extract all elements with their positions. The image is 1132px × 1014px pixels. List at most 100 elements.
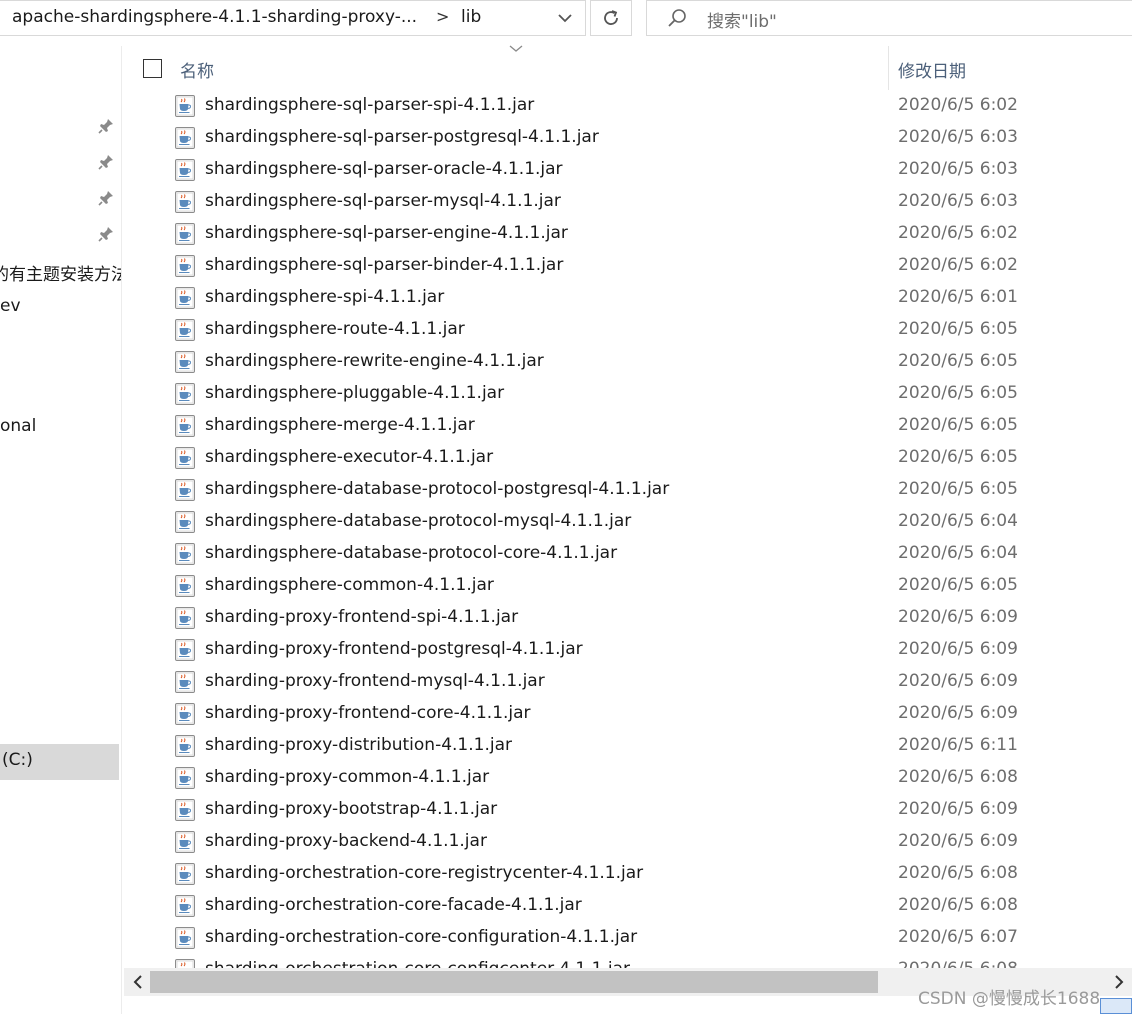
file-date: 2020/6/5 6:09 <box>898 831 1018 851</box>
column-header-date[interactable]: 修改日期 <box>898 57 966 82</box>
pin-icon[interactable] <box>98 190 114 206</box>
file-name[interactable]: sharding-proxy-frontend-spi-4.1.1.jar <box>205 607 518 627</box>
file-row[interactable]: sharding-proxy-frontend-mysql-4.1.1.jar 2… <box>130 666 1132 698</box>
file-row[interactable]: shardingsphere-common-4.1.1.jar 2020/6/5 … <box>130 570 1132 602</box>
file-row[interactable]: shardingsphere-merge-4.1.1.jar 2020/6/5 6… <box>130 410 1132 442</box>
file-name[interactable]: sharding-proxy-frontend-core-4.1.1.jar <box>205 703 531 723</box>
file-row[interactable]: sharding-orchestration-core-configcenter… <box>130 954 1132 968</box>
navigation-pane: 的有主题安装方法 ev onal (C:) <box>0 46 122 1014</box>
file-date: 2020/6/5 6:09 <box>898 607 1018 627</box>
java-jar-icon <box>175 543 195 565</box>
breadcrumb-separator-icon[interactable]: > <box>436 7 449 26</box>
file-date: 2020/6/5 6:05 <box>898 479 1018 499</box>
column-header-name[interactable]: 名称 <box>180 57 214 82</box>
java-jar-icon <box>175 863 195 885</box>
file-row[interactable]: shardingsphere-sql-parser-spi-4.1.1.jar 2… <box>130 90 1132 122</box>
file-row[interactable]: shardingsphere-database-protocol-postgre… <box>130 474 1132 506</box>
file-row[interactable]: shardingsphere-sql-parser-mysql-4.1.1.ja… <box>130 186 1132 218</box>
java-jar-icon <box>175 319 195 341</box>
file-row[interactable]: sharding-proxy-bootstrap-4.1.1.jar 2020/6… <box>130 794 1132 826</box>
java-jar-icon <box>175 703 195 725</box>
file-name[interactable]: shardingsphere-spi-4.1.1.jar <box>205 287 444 307</box>
breadcrumb-parent[interactable]: apache-shardingsphere-4.1.1-sharding-pro… <box>12 7 417 27</box>
file-name[interactable]: shardingsphere-database-protocol-mysql-4… <box>205 511 631 531</box>
pin-icon[interactable] <box>98 226 114 242</box>
file-name[interactable]: sharding-proxy-frontend-postgresql-4.1.1… <box>205 639 583 659</box>
nav-item[interactable]: 的有主题安装方法 <box>0 260 121 285</box>
file-date: 2020/6/5 6:03 <box>898 127 1018 147</box>
select-all-checkbox[interactable] <box>143 59 162 78</box>
file-name[interactable]: shardingsphere-sql-parser-engine-4.1.1.j… <box>205 223 568 243</box>
file-row[interactable]: sharding-proxy-backend-4.1.1.jar 2020/6/5… <box>130 826 1132 858</box>
file-name[interactable]: shardingsphere-rewrite-engine-4.1.1.jar <box>205 351 544 371</box>
file-name[interactable]: shardingsphere-executor-4.1.1.jar <box>205 447 493 467</box>
file-name[interactable]: shardingsphere-sql-parser-mysql-4.1.1.ja… <box>205 191 561 211</box>
java-jar-icon <box>175 607 195 629</box>
file-name[interactable]: shardingsphere-database-protocol-core-4.… <box>205 543 617 563</box>
file-row[interactable]: shardingsphere-database-protocol-core-4.… <box>130 538 1132 570</box>
file-row[interactable]: sharding-proxy-distribution-4.1.1.jar 202… <box>130 730 1132 762</box>
java-jar-icon <box>175 127 195 149</box>
scroll-left-icon[interactable] <box>128 971 148 993</box>
file-row[interactable]: shardingsphere-sql-parser-engine-4.1.1.j… <box>130 218 1132 250</box>
file-row[interactable]: sharding-proxy-frontend-core-4.1.1.jar 20… <box>130 698 1132 730</box>
file-row[interactable]: shardingsphere-sql-parser-postgresql-4.1… <box>130 122 1132 154</box>
file-row[interactable]: shardingsphere-pluggable-4.1.1.jar 2020/6… <box>130 378 1132 410</box>
file-row[interactable]: shardingsphere-route-4.1.1.jar 2020/6/5 6… <box>130 314 1132 346</box>
file-name[interactable]: shardingsphere-database-protocol-postgre… <box>205 479 669 499</box>
file-name[interactable]: shardingsphere-sql-parser-postgresql-4.1… <box>205 127 599 147</box>
address-bar[interactable]: apache-shardingsphere-4.1.1-sharding-pro… <box>0 0 586 36</box>
java-jar-icon <box>175 927 195 949</box>
nav-item[interactable]: onal <box>0 416 36 436</box>
file-name[interactable]: sharding-proxy-common-4.1.1.jar <box>205 767 489 787</box>
details-view-button[interactable] <box>1100 998 1132 1014</box>
java-jar-icon <box>175 351 195 373</box>
file-name[interactable]: shardingsphere-sql-parser-spi-4.1.1.jar <box>205 95 534 115</box>
file-name[interactable]: sharding-proxy-bootstrap-4.1.1.jar <box>205 799 497 819</box>
file-name[interactable]: sharding-proxy-distribution-4.1.1.jar <box>205 735 512 755</box>
refresh-button[interactable] <box>590 0 632 36</box>
nav-item[interactable]: ev <box>0 296 21 316</box>
file-name[interactable]: sharding-proxy-frontend-mysql-4.1.1.jar <box>205 671 545 691</box>
file-row[interactable]: shardingsphere-executor-4.1.1.jar 2020/6/… <box>130 442 1132 474</box>
file-name[interactable]: sharding-orchestration-core-facade-4.1.1… <box>205 895 582 915</box>
file-name[interactable]: sharding-orchestration-core-registrycent… <box>205 863 643 883</box>
file-name[interactable]: sharding-proxy-backend-4.1.1.jar <box>205 831 487 851</box>
file-name[interactable]: shardingsphere-sql-parser-oracle-4.1.1.j… <box>205 159 563 179</box>
search-placeholder[interactable]: 搜索"lib" <box>707 7 777 32</box>
file-name[interactable]: sharding-orchestration-core-configuratio… <box>205 927 637 947</box>
file-row[interactable]: sharding-orchestration-core-registrycent… <box>130 858 1132 890</box>
file-name[interactable]: shardingsphere-merge-4.1.1.jar <box>205 415 475 435</box>
file-row[interactable]: shardingsphere-sql-parser-oracle-4.1.1.j… <box>130 154 1132 186</box>
file-row[interactable]: sharding-orchestration-core-configuratio… <box>130 922 1132 954</box>
java-jar-icon <box>175 287 195 309</box>
file-name[interactable]: shardingsphere-common-4.1.1.jar <box>205 575 494 595</box>
file-row[interactable]: sharding-proxy-frontend-spi-4.1.1.jar 202… <box>130 602 1132 634</box>
file-row[interactable]: sharding-proxy-frontend-postgresql-4.1.1… <box>130 634 1132 666</box>
address-toolbar: apache-shardingsphere-4.1.1-sharding-pro… <box>0 0 1132 40</box>
file-row[interactable]: shardingsphere-sql-parser-binder-4.1.1.j… <box>130 250 1132 282</box>
file-name[interactable]: shardingsphere-sql-parser-binder-4.1.1.j… <box>205 255 563 275</box>
pin-icon[interactable] <box>98 118 114 134</box>
breadcrumb-current[interactable]: lib <box>461 7 481 27</box>
search-box[interactable]: 搜索"lib" <box>646 0 1132 36</box>
pin-icon[interactable] <box>98 154 114 170</box>
file-name[interactable]: shardingsphere-pluggable-4.1.1.jar <box>205 383 504 403</box>
chevron-down-icon[interactable] <box>552 5 578 31</box>
file-name[interactable]: sharding-orchestration-core-configcenter… <box>205 959 630 968</box>
file-row[interactable]: sharding-orchestration-core-facade-4.1.1… <box>130 890 1132 922</box>
scroll-right-icon[interactable] <box>1114 971 1132 993</box>
file-row[interactable]: shardingsphere-database-protocol-mysql-4… <box>130 506 1132 538</box>
file-row[interactable]: sharding-proxy-common-4.1.1.jar 2020/6/5 … <box>130 762 1132 794</box>
nav-item-drive-c[interactable]: (C:) <box>0 744 119 780</box>
file-row[interactable]: shardingsphere-rewrite-engine-4.1.1.jar 2… <box>130 346 1132 378</box>
file-date: 2020/6/5 6:05 <box>898 575 1018 595</box>
column-divider[interactable] <box>888 46 889 90</box>
file-name[interactable]: shardingsphere-route-4.1.1.jar <box>205 319 465 339</box>
java-jar-icon <box>175 479 195 501</box>
scrollbar-thumb[interactable] <box>150 971 878 993</box>
java-jar-icon <box>175 799 195 821</box>
file-row[interactable]: shardingsphere-spi-4.1.1.jar 2020/6/5 6:0… <box>130 282 1132 314</box>
java-jar-icon <box>175 223 195 245</box>
java-jar-icon <box>175 95 195 117</box>
